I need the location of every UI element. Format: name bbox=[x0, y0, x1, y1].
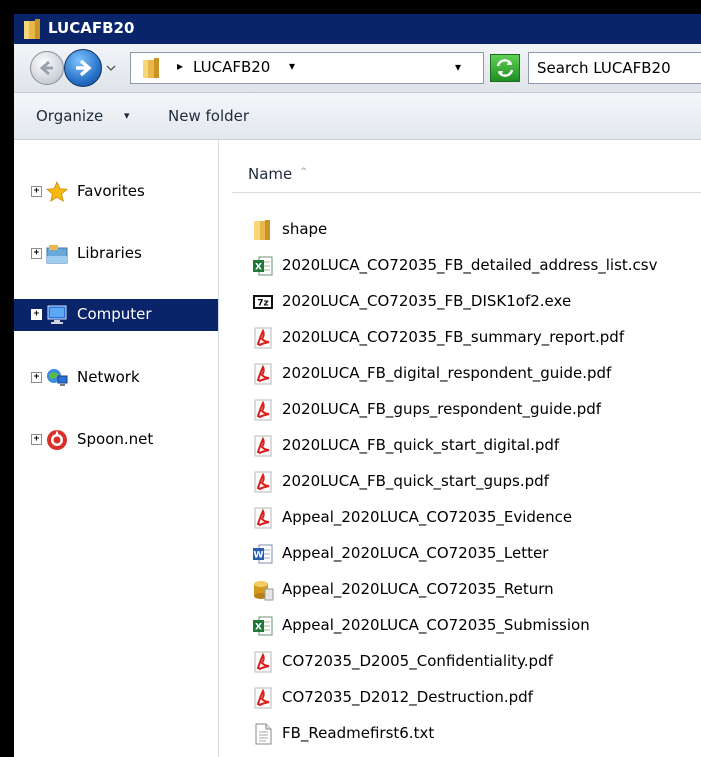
star-icon bbox=[46, 181, 68, 202]
file-list-item[interactable]: 2020LUCA_FB_digital_respondent_guide.pdf bbox=[246, 357, 701, 393]
column-name-label: Name bbox=[248, 165, 293, 183]
nav-item-network[interactable]: + Network bbox=[14, 362, 218, 394]
pdf-icon bbox=[252, 507, 274, 529]
expand-icon[interactable]: + bbox=[31, 372, 42, 383]
file-list-item[interactable]: shape bbox=[246, 213, 701, 249]
window-title: LUCAFB20 bbox=[48, 19, 135, 37]
nav-item-label: Favorites bbox=[77, 182, 145, 200]
address-box[interactable]: ▸ LUCAFB20 ▾ ▾ bbox=[130, 52, 484, 84]
file-name: 2020LUCA_CO72035_FB_summary_report.pdf bbox=[282, 328, 625, 346]
breadcrumb-item[interactable]: LUCAFB20 bbox=[193, 58, 270, 76]
search-input[interactable]: Search LUCAFB20 bbox=[528, 52, 701, 84]
expand-icon[interactable]: + bbox=[31, 248, 42, 259]
nav-item-libraries[interactable]: + Libraries bbox=[14, 238, 218, 270]
new-folder-button[interactable]: New folder bbox=[168, 107, 249, 125]
svg-text:W: W bbox=[254, 551, 264, 561]
file-list-item[interactable]: W Appeal_2020LUCA_CO72035_Letter bbox=[246, 537, 701, 573]
search-placeholder: Search LUCAFB20 bbox=[537, 59, 671, 77]
file-name: 2020LUCA_CO72035_FB_detailed_address_lis… bbox=[282, 256, 658, 274]
nav-item-computer[interactable]: + Computer bbox=[14, 299, 218, 331]
library-icon bbox=[46, 245, 68, 264]
file-list-item[interactable]: CO72035_D2012_Destruction.pdf bbox=[246, 681, 701, 717]
expand-icon[interactable]: + bbox=[31, 186, 42, 197]
pdf-icon bbox=[252, 651, 274, 673]
file-name: Appeal_2020LUCA_CO72035_Return bbox=[282, 580, 554, 598]
file-name: 2020LUCA_FB_gups_respondent_guide.pdf bbox=[282, 400, 602, 418]
file-list-item[interactable]: 2020LUCA_CO72035_FB_summary_report.pdf bbox=[246, 321, 701, 357]
file-name: CO72035_D2012_Destruction.pdf bbox=[282, 688, 533, 706]
spoon-icon bbox=[47, 430, 67, 450]
file-name: FB_Readmefirst6.txt bbox=[282, 724, 435, 742]
nav-item-label: Network bbox=[77, 368, 140, 386]
file-list-item[interactable]: FB_Readmefirst6.txt bbox=[246, 717, 701, 753]
screen-frame: LUCAFB20 ▸ LUCAFB20 ▾ ▾ Search LUCAFB20 … bbox=[0, 0, 701, 757]
file-name: Appeal_2020LUCA_CO72035_Submission bbox=[282, 616, 590, 634]
nav-item-label: Libraries bbox=[77, 244, 142, 262]
breadcrumb-separator[interactable]: ▸ bbox=[177, 59, 183, 73]
organize-button[interactable]: Organize bbox=[36, 107, 103, 125]
file-name: 2020LUCA_FB_quick_start_digital.pdf bbox=[282, 436, 560, 454]
file-list-item[interactable]: Appeal_2020LUCA_CO72035_Return bbox=[246, 573, 701, 609]
expand-icon[interactable]: + bbox=[31, 434, 42, 445]
file-name: 2020LUCA_FB_quick_start_gups.pdf bbox=[282, 472, 549, 490]
file-list-item[interactable]: 2020LUCA_FB_quick_start_digital.pdf bbox=[246, 429, 701, 465]
column-header-name[interactable]: Name ^ bbox=[232, 157, 701, 193]
arrow-right-icon bbox=[76, 59, 92, 77]
sort-ascending-icon: ^ bbox=[300, 167, 308, 177]
pdf-icon bbox=[252, 327, 274, 349]
file-list-item[interactable]: X 2020LUCA_CO72035_FB_detailed_address_li… bbox=[246, 249, 701, 285]
file-list-item[interactable]: X Appeal_2020LUCA_CO72035_Submission bbox=[246, 609, 701, 645]
refresh-button[interactable] bbox=[490, 54, 520, 82]
word-icon: W bbox=[252, 543, 274, 565]
nav-item-label: Spoon.net bbox=[77, 430, 154, 448]
svg-text:X: X bbox=[255, 263, 262, 273]
expand-icon[interactable]: + bbox=[31, 309, 42, 320]
navigation-pane: + Favorites + Libraries + Computer + Net… bbox=[14, 140, 219, 757]
file-list-item[interactable]: Appeal_2020LUCA_CO72035_Evidence bbox=[246, 501, 701, 537]
address-history-dropdown[interactable]: ▾ bbox=[455, 60, 461, 74]
database-icon bbox=[252, 579, 274, 601]
7z-icon: 7z bbox=[252, 291, 274, 313]
folder-icon bbox=[143, 58, 159, 78]
file-name: Appeal_2020LUCA_CO72035_Evidence bbox=[282, 508, 573, 526]
address-bar: ▸ LUCAFB20 ▾ ▾ Search LUCAFB20 bbox=[14, 44, 701, 93]
network-icon bbox=[47, 369, 68, 386]
nav-item-spoon-net[interactable]: + Spoon.net bbox=[14, 424, 218, 456]
pdf-icon bbox=[252, 687, 274, 709]
excel-icon: X bbox=[252, 255, 274, 277]
refresh-icon bbox=[496, 59, 514, 77]
file-list-item[interactable]: 7z 2020LUCA_CO72035_FB_DISK1of2.exe bbox=[246, 285, 701, 321]
pdf-icon bbox=[252, 363, 274, 385]
text-file-icon bbox=[252, 723, 274, 745]
file-list-item[interactable]: 2020LUCA_FB_quick_start_gups.pdf bbox=[246, 465, 701, 501]
arrow-left-icon bbox=[39, 60, 53, 76]
file-name: Appeal_2020LUCA_CO72035_Letter bbox=[282, 544, 549, 562]
svg-text:7z: 7z bbox=[257, 299, 269, 309]
pdf-icon bbox=[252, 471, 274, 493]
file-name: 2020LUCA_FB_digital_respondent_guide.pdf bbox=[282, 364, 612, 382]
pdf-icon bbox=[252, 399, 274, 421]
chevron-down-icon[interactable]: ▾ bbox=[124, 109, 130, 122]
breadcrumb-separator[interactable]: ▾ bbox=[289, 59, 295, 73]
back-button[interactable] bbox=[30, 51, 64, 85]
nav-item-label: Computer bbox=[77, 305, 152, 323]
explorer-window: LUCAFB20 ▸ LUCAFB20 ▾ ▾ Search LUCAFB20 … bbox=[14, 14, 701, 757]
folder-icon bbox=[252, 219, 274, 241]
file-name: shape bbox=[282, 220, 328, 238]
computer-icon bbox=[47, 305, 67, 324]
file-name: CO72035_D2005_Confidentiality.pdf bbox=[282, 652, 553, 670]
folder-icon bbox=[24, 19, 40, 39]
svg-text:X: X bbox=[255, 623, 262, 633]
forward-button[interactable] bbox=[64, 49, 102, 87]
pdf-icon bbox=[252, 435, 274, 457]
file-name: 2020LUCA_CO72035_FB_DISK1of2.exe bbox=[282, 292, 572, 310]
file-list-item[interactable]: 2020LUCA_FB_gups_respondent_guide.pdf bbox=[246, 393, 701, 429]
nav-item-favorites[interactable]: + Favorites bbox=[14, 176, 218, 208]
title-bar[interactable]: LUCAFB20 bbox=[14, 14, 701, 44]
recent-pages-dropdown[interactable] bbox=[106, 63, 116, 73]
excel-icon: X bbox=[252, 615, 274, 637]
command-bar: Organize ▾ New folder bbox=[14, 93, 701, 140]
file-list-item[interactable]: CO72035_D2005_Confidentiality.pdf bbox=[246, 645, 701, 681]
